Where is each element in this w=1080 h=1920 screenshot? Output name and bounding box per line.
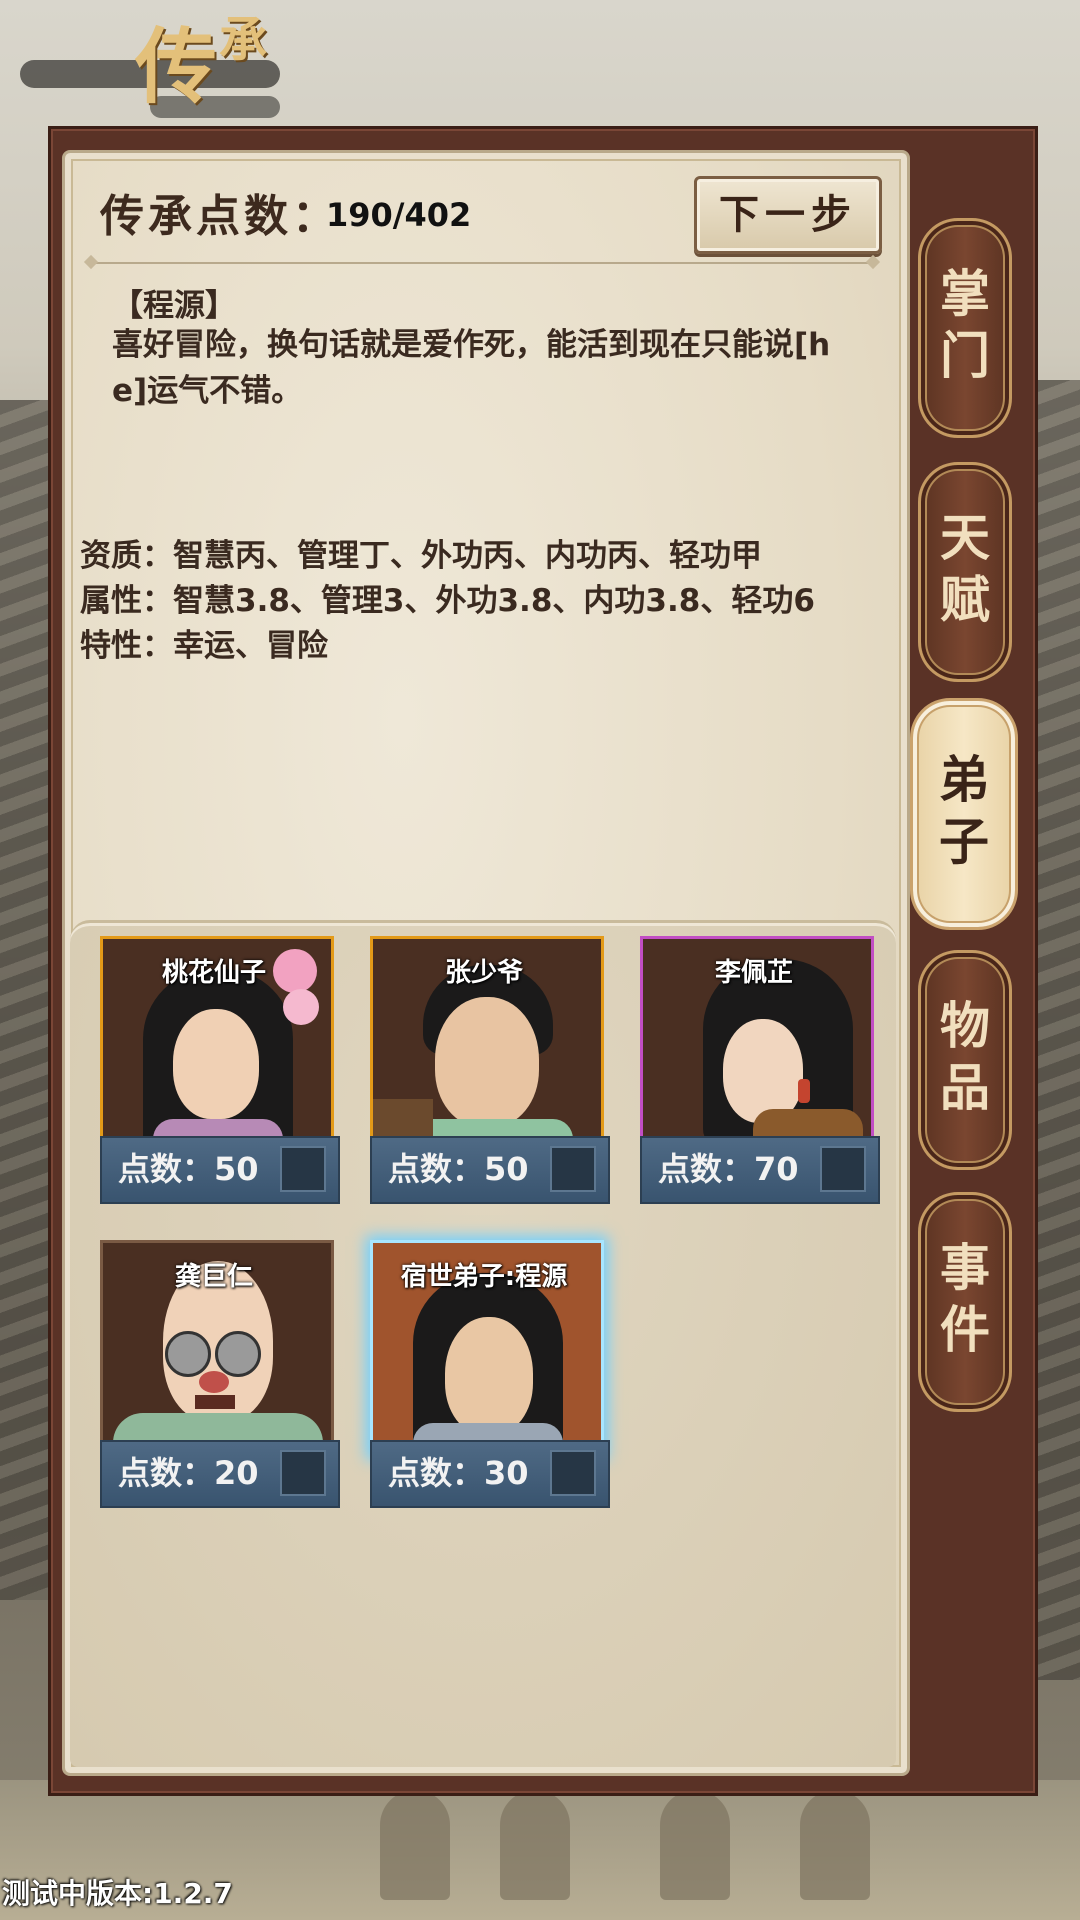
disciple-card[interactable]: 龚巨仁 点数：20 xyxy=(100,1240,340,1508)
tab-items[interactable]: 物品 xyxy=(918,950,1012,1170)
disciple-name-heading: 【程源】 xyxy=(112,288,236,324)
aptitude-line: 资质：智慧丙、管理丁、外功丙、内功丙、轻功甲 xyxy=(80,538,762,574)
version-label: 测试中版本:1.2.7 xyxy=(2,1877,233,1910)
card-name: 龚巨仁 xyxy=(174,1262,253,1292)
card-points: 点数：70 xyxy=(658,1150,799,1188)
disciple-card[interactable]: 李佩芷 点数：70 xyxy=(640,936,880,1204)
tab-label: 事件 xyxy=(940,1238,990,1359)
background-figure xyxy=(500,1790,570,1900)
tab-talent[interactable]: 天赋 xyxy=(918,462,1012,682)
inheritance-points-label: 传承点数： xyxy=(100,191,340,242)
background-figure xyxy=(660,1790,730,1900)
disciple-description: 喜好冒险，换句话就是爱作死，能活到现在只能说[he]运气不错。 xyxy=(112,327,831,409)
tab-label: 掌门 xyxy=(940,264,990,385)
tab-events[interactable]: 事件 xyxy=(918,1192,1012,1412)
disciple-card[interactable]: 张少爷 点数：50 xyxy=(370,936,610,1204)
title-text: 传承 xyxy=(135,12,270,115)
tab-disciples[interactable]: 弟子 xyxy=(910,698,1018,930)
inheritance-points-value: 190/402 xyxy=(326,196,472,234)
card-points-bar: 点数：70 xyxy=(640,1136,880,1204)
card-points-bar: 点数：20 xyxy=(100,1440,340,1508)
card-points: 点数：30 xyxy=(388,1454,529,1492)
card-points: 点数：20 xyxy=(118,1454,259,1492)
card-name: 张少爷 xyxy=(444,958,523,988)
card-points-bar: 点数：30 xyxy=(370,1440,610,1508)
background-figure xyxy=(800,1790,870,1900)
card-points: 点数：50 xyxy=(118,1150,259,1188)
disciple-card-selected[interactable]: 宿世弟子:程源 点数：30 xyxy=(370,1240,610,1508)
card-name: 宿世弟子:程源 xyxy=(400,1262,568,1292)
card-name: 桃花仙子 xyxy=(161,958,266,988)
screen-title: 传承 xyxy=(0,0,330,120)
background-figure xyxy=(380,1790,450,1900)
tab-label: 弟子 xyxy=(939,750,989,871)
stats-line: 属性：智慧3.8、管理3、外功3.8、内功3.8、轻功6 xyxy=(80,583,815,619)
disciple-card[interactable]: 桃花仙子 点数：50 xyxy=(100,936,340,1204)
tab-sect-leader[interactable]: 掌门 xyxy=(918,218,1012,438)
card-checkbox[interactable] xyxy=(550,1450,596,1496)
tab-label: 物品 xyxy=(940,996,990,1117)
card-checkbox[interactable] xyxy=(820,1146,866,1192)
card-checkbox[interactable] xyxy=(550,1146,596,1192)
card-points: 点数：50 xyxy=(388,1150,529,1188)
traits-line: 特性：幸运、冒险 xyxy=(80,628,328,664)
tab-label: 天赋 xyxy=(940,508,990,629)
card-points-bar: 点数：50 xyxy=(100,1136,340,1204)
card-checkbox[interactable] xyxy=(280,1450,326,1496)
card-checkbox[interactable] xyxy=(280,1146,326,1192)
next-step-button[interactable]: 下一步 xyxy=(694,176,882,254)
card-name: 李佩芷 xyxy=(714,958,793,988)
header-divider xyxy=(92,262,872,264)
card-points-bar: 点数：50 xyxy=(370,1136,610,1204)
